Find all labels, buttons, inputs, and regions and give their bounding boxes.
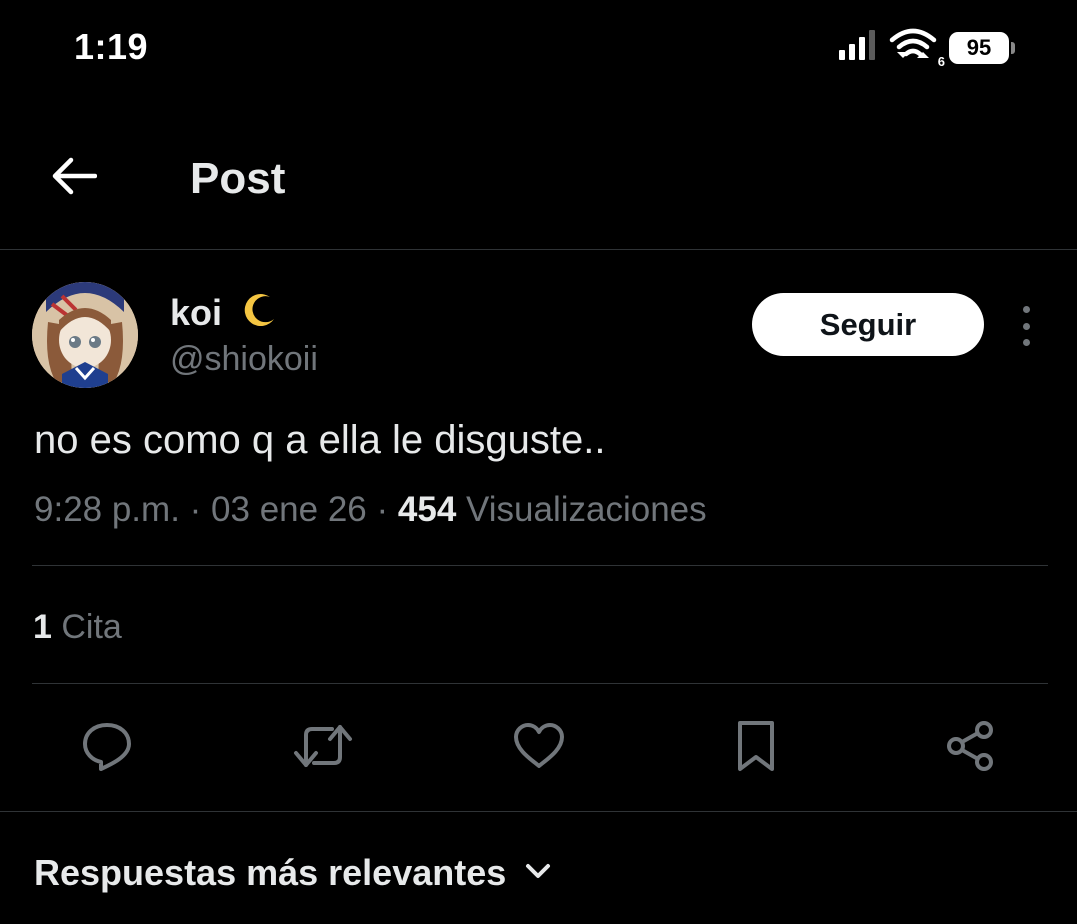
top-app-bar: Post bbox=[0, 130, 1077, 248]
more-dot bbox=[1022, 339, 1030, 346]
battery-indicator: 95 bbox=[949, 31, 1015, 64]
quotes-label: Cita bbox=[61, 608, 122, 646]
bookmark-button[interactable] bbox=[726, 718, 786, 778]
more-options-button[interactable] bbox=[1014, 306, 1038, 346]
post-author-row: koi @shiokoii Seguir bbox=[32, 282, 1045, 392]
post-time: 9:28 p.m. bbox=[34, 490, 180, 529]
status-icons: 6 95 bbox=[839, 28, 1015, 69]
arrow-left-icon bbox=[51, 156, 98, 201]
heart-icon bbox=[512, 722, 566, 775]
quotes-link[interactable]: 1 Cita bbox=[33, 608, 122, 647]
author-handle[interactable]: @shiokoii bbox=[170, 340, 318, 379]
replies-sort-label: Respuestas más relevantes bbox=[34, 852, 507, 893]
avatar[interactable] bbox=[32, 282, 138, 388]
wifi-icon: 6 bbox=[889, 28, 945, 69]
post-action-bar bbox=[0, 718, 1077, 782]
quotes-count: 1 bbox=[33, 608, 52, 646]
header-divider bbox=[0, 249, 1077, 250]
post-text: no es como q a ella le disguste.. bbox=[34, 418, 606, 462]
share-icon bbox=[944, 719, 996, 778]
meta-separator: · bbox=[189, 490, 202, 529]
stats-divider bbox=[32, 683, 1048, 684]
back-button[interactable] bbox=[48, 152, 100, 204]
share-button[interactable] bbox=[940, 718, 1000, 778]
actions-divider bbox=[0, 811, 1077, 812]
meta-divider bbox=[32, 565, 1048, 566]
repost-icon bbox=[292, 721, 354, 776]
author-display-name[interactable]: koi bbox=[170, 292, 278, 338]
views-label: Visualizaciones bbox=[466, 490, 707, 529]
author-name-text: koi bbox=[170, 292, 223, 333]
repost-button[interactable] bbox=[293, 718, 353, 778]
meta-separator: · bbox=[376, 490, 389, 529]
battery-level: 95 bbox=[966, 34, 992, 60]
cellular-signal-icon bbox=[839, 28, 879, 67]
page-title: Post bbox=[190, 154, 286, 203]
follow-button[interactable]: Seguir bbox=[752, 293, 984, 356]
more-dot bbox=[1022, 322, 1030, 330]
network-type-label: 6 bbox=[937, 54, 945, 69]
post-meta: 9:28 p.m. · 03 ene 26 · 454 Visualizacio… bbox=[34, 490, 707, 530]
crescent-moon-icon bbox=[238, 293, 278, 338]
status-bar: 1:19 6 95 bbox=[0, 0, 1077, 92]
replies-sort-dropdown[interactable]: Respuestas más relevantes bbox=[34, 852, 552, 894]
bookmark-icon bbox=[734, 719, 778, 778]
status-time: 1:19 bbox=[74, 26, 149, 67]
like-button[interactable] bbox=[509, 718, 569, 778]
chevron-down-icon bbox=[524, 861, 552, 886]
reply-icon bbox=[80, 720, 134, 777]
more-dot bbox=[1022, 306, 1030, 313]
views-count: 454 bbox=[397, 490, 457, 529]
post-date: 03 ene 26 bbox=[211, 490, 367, 529]
reply-button[interactable] bbox=[77, 718, 137, 778]
